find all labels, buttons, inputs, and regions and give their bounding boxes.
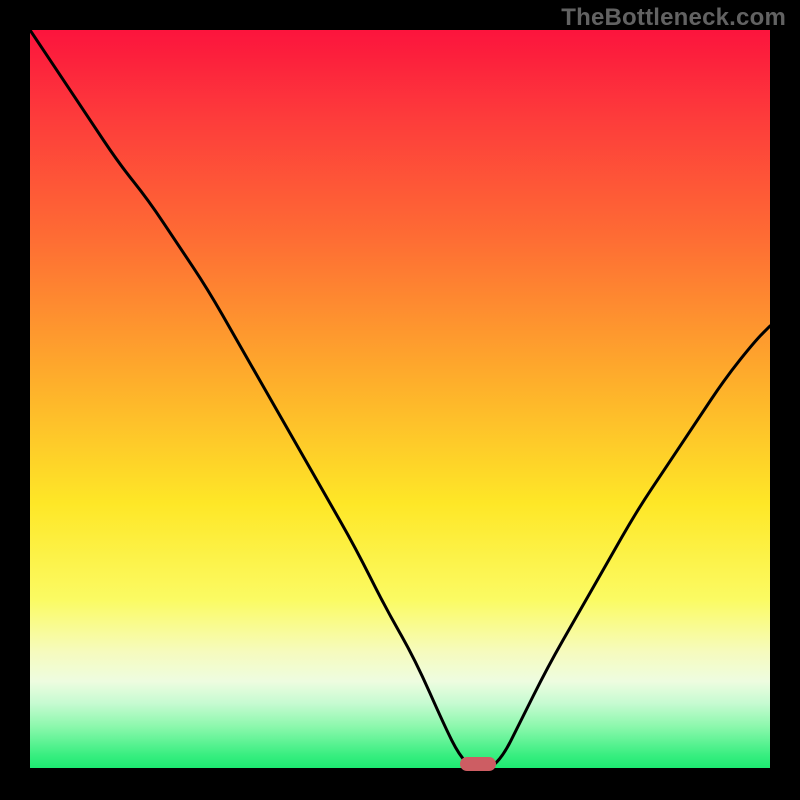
bottleneck-curve <box>30 30 770 770</box>
plot-area <box>30 30 770 770</box>
optimum-marker <box>460 757 496 771</box>
chart-frame: TheBottleneck.com <box>0 0 800 800</box>
x-axis-baseline <box>30 768 770 770</box>
watermark-text: TheBottleneck.com <box>561 4 786 32</box>
curve-layer <box>30 30 770 770</box>
